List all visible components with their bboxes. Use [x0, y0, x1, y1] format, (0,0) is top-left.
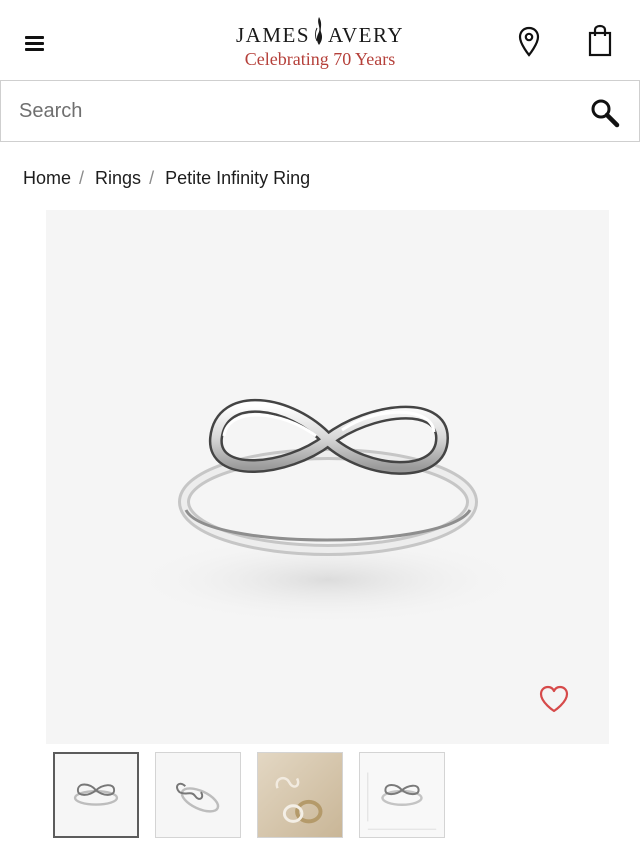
product-image[interactable] [46, 210, 609, 744]
logo-word-left: JAMES [236, 22, 311, 47]
shopping-bag-icon[interactable] [586, 24, 614, 58]
site-header: JAMES AVERY Celebrating 70 Years [0, 0, 640, 80]
logo-wordmark: JAMES AVERY [220, 14, 420, 48]
brand-logo[interactable]: JAMES AVERY Celebrating 70 Years [220, 14, 420, 72]
search-bar [0, 80, 640, 142]
thumbnail-3[interactable] [257, 752, 343, 838]
logo-tagline: Celebrating 70 Years [244, 49, 396, 69]
infinity-ring-image [128, 399, 528, 625]
heart-outline-icon[interactable] [538, 684, 570, 714]
thumbnail-4[interactable] [359, 752, 445, 838]
breadcrumb: Home / Rings / Petite Infinity Ring [23, 166, 310, 190]
search-input[interactable] [19, 93, 559, 129]
flame-icon [315, 17, 323, 45]
location-pin-icon[interactable] [516, 26, 542, 58]
thumbnail-2[interactable] [155, 752, 241, 838]
breadcrumb-current: Petite Infinity Ring [165, 167, 311, 188]
logo-word-right: AVERY [328, 22, 404, 47]
breadcrumb-separator: / [79, 167, 85, 188]
thumbnail-1[interactable] [53, 752, 139, 838]
breadcrumb-rings[interactable]: Rings [95, 168, 141, 189]
breadcrumb-home[interactable]: Home [23, 168, 71, 189]
menu-icon[interactable] [22, 30, 48, 56]
search-icon[interactable] [589, 97, 621, 129]
breadcrumb-separator: / [149, 167, 155, 188]
